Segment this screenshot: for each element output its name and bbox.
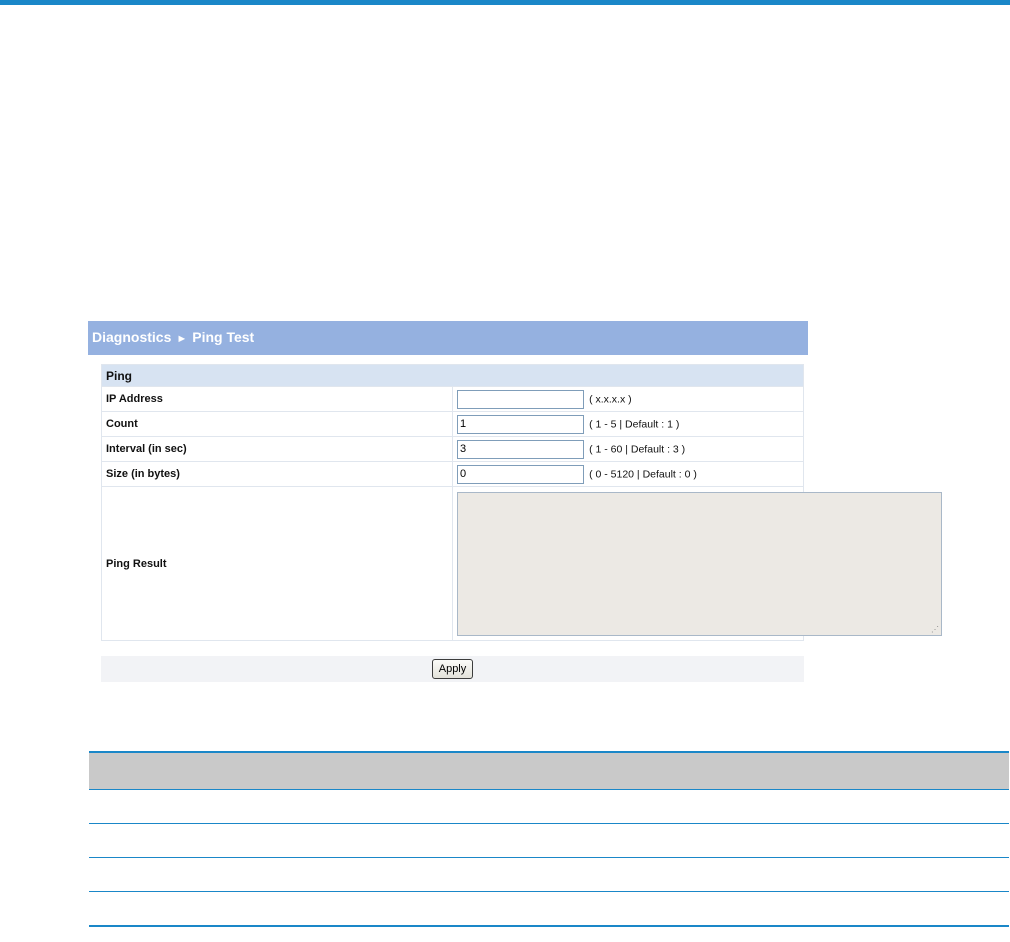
ping-result-row: Ping Result ⋰ [101,486,942,641]
breadcrumb-arrow-icon: ► [176,333,188,345]
interval-input[interactable] [457,439,584,459]
ip-address-cell: ( x.x.x.x ) [452,386,804,412]
apply-bar: Apply [101,656,804,682]
count-label: Count [101,411,453,437]
apply-button[interactable]: Apply [431,659,474,679]
table-cell [89,823,1009,858]
ping-result-textarea[interactable]: ⋰ [457,491,942,636]
count-hint: ( 1 - 5 | Default : 1 ) [589,418,680,430]
count-row: Count ( 1 - 5 | Default : 1 ) [101,411,804,437]
size-hint: ( 0 - 5120 | Default : 0 ) [589,468,697,480]
interval-label: Interval (in sec) [101,436,453,462]
table-cell [89,857,1009,892]
interval-cell: ( 1 - 60 | Default : 3 ) [452,436,804,462]
section-label: Ping [101,364,804,387]
table-row [89,789,1009,824]
table-row [89,823,1009,858]
count-input[interactable] [457,414,584,434]
size-cell: ( 0 - 5120 | Default : 0 ) [452,461,804,487]
interval-row: Interval (in sec) ( 1 - 60 | Default : 3… [101,436,804,462]
ping-result-label: Ping Result [101,486,453,641]
table-row [89,857,1009,892]
reference-table [89,751,1009,927]
page-title: Diagnostics ► Ping Test [88,321,808,355]
table-cell [89,891,1009,927]
breadcrumb-current: Ping Test [192,329,255,345]
breadcrumb-parent: Diagnostics [92,329,172,345]
ping-result-cell: ⋰ [452,486,942,641]
count-cell: ( 1 - 5 | Default : 1 ) [452,411,804,437]
ip-address-input[interactable] [457,389,584,409]
interval-hint: ( 1 - 60 | Default : 3 ) [589,443,686,455]
ping-section-header: Ping [101,364,804,387]
ip-address-hint: ( x.x.x.x ) [589,393,632,405]
reference-table-header [89,751,1009,790]
size-input[interactable] [457,464,584,484]
ping-form: Ping IP Address ( x.x.x.x ) Count ( 1 - … [101,364,942,641]
table-cell [89,789,1009,824]
ip-address-row: IP Address ( x.x.x.x ) [101,386,804,412]
resize-grip-icon[interactable]: ⋰ [931,625,939,634]
table-row [89,891,1009,927]
ip-address-label: IP Address [101,386,453,412]
reference-table-header-cell [89,751,1009,790]
size-row: Size (in bytes) ( 0 - 5120 | Default : 0… [101,461,804,487]
size-label: Size (in bytes) [101,461,453,487]
top-rule [0,0,1010,5]
